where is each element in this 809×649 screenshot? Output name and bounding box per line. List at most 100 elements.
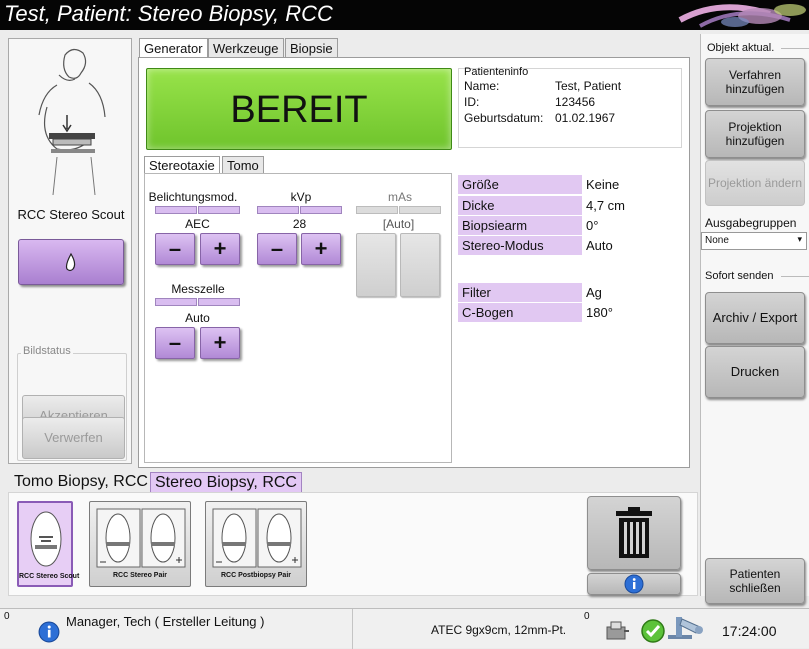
edit-view-button: Projektion ändern [705, 160, 805, 206]
info-button[interactable] [587, 573, 681, 595]
property-size-name: Größe [458, 175, 582, 194]
kvp-decrease-button[interactable]: – [257, 233, 297, 265]
property-biopsy-arm-value: 0° [586, 218, 599, 233]
trash-icon [616, 507, 652, 558]
info-icon[interactable] [38, 621, 60, 643]
exposure-mode-label: Belichtungsmod. [148, 190, 238, 204]
tab-generator[interactable]: Generator [139, 38, 208, 58]
delete-button[interactable] [587, 496, 681, 570]
patient-name-label: Name: [464, 79, 500, 93]
sensor-value: Auto [155, 311, 240, 325]
kvp-value: 28 [257, 217, 342, 231]
alarm-count: 0 [4, 611, 10, 622]
sensor-increase-button[interactable]: + [200, 327, 240, 359]
property-biopsy-arm-name: Biopsiearm [458, 216, 582, 235]
property-stereo-mode-value: Auto [586, 238, 613, 253]
breast-view-pair-icon [96, 508, 186, 568]
divider [781, 48, 809, 49]
thumbnail-rcc-stereo-pair[interactable]: RCC Stereo Pair [89, 501, 191, 587]
sensor-decrease-button[interactable]: – [155, 327, 195, 359]
patient-position-icon [38, 48, 106, 196]
sensor-indicator [155, 298, 197, 306]
close-patient-button[interactable]: Patienten schließen [705, 558, 805, 604]
tab-tools[interactable]: Werkzeuge [208, 38, 284, 58]
property-filter-value: Ag [586, 285, 602, 300]
archive-export-button[interactable]: Archiv / Export [705, 292, 805, 344]
add-view-button[interactable]: Projektion hinzufügen [705, 110, 805, 158]
send-now-label: Sofort senden [705, 270, 774, 282]
thumbnail-label: RCC Stereo Pair [112, 572, 168, 579]
breast-view-icon [30, 511, 62, 567]
divider [352, 609, 353, 649]
drop-icon [65, 252, 76, 272]
output-groups-selected-value: None [705, 235, 729, 246]
queue-count: 0 [584, 611, 590, 622]
output-groups-label: Ausgabegruppen [705, 216, 797, 230]
clock: 17:24:00 [722, 623, 777, 639]
tab-biopsy[interactable]: Biopsie [285, 38, 338, 58]
output-queue-icon[interactable] [604, 619, 630, 643]
property-c-arm-value: 180° [586, 305, 613, 320]
mas-indicator [356, 206, 398, 214]
patient-dob-label: Geburtsdatum: [464, 111, 544, 125]
exposure-mode-increase-button[interactable]: + [200, 233, 240, 265]
patient-name-value: Test, Patient [555, 79, 622, 93]
patient-info-box: Patienteninfo Name: Test, Patient ID: 12… [458, 66, 682, 148]
property-thickness-name: Dicke [458, 196, 582, 215]
mas-value: [Auto] [356, 217, 441, 231]
exposure-mode-indicator [198, 206, 240, 214]
property-thickness-value: 4,7 cm [586, 198, 626, 213]
mas-indicator [399, 206, 441, 214]
patient-id-value: 123456 [555, 95, 596, 109]
thumbnail-label: RCC Stereo Scout [19, 573, 80, 580]
kvp-label: kVp [290, 190, 312, 204]
kvp-increase-button[interactable]: + [301, 233, 341, 265]
patient-id-label: ID: [464, 95, 480, 109]
add-procedure-button[interactable]: Verfahren hinzufügen [705, 58, 805, 106]
window-title: Test, Patient: Stereo Biopsy, RCC [4, 1, 333, 26]
thumbnail-rcc-postbiopsy-pair[interactable]: RCC Postbiopsy Pair [205, 501, 307, 587]
chevron-down-icon: ▾ [797, 234, 802, 244]
mas-increase-button [400, 233, 440, 297]
property-filter-name: Filter [458, 283, 582, 302]
update-object-label: Objekt aktual. [707, 42, 775, 54]
tab-stereotaxy[interactable]: Stereotaxie [144, 156, 220, 174]
right-panel: Objekt aktual. Verfahren hinzufügen Proj… [700, 34, 809, 604]
output-groups-select[interactable]: None ▾ [701, 232, 807, 250]
tab-tomo[interactable]: Tomo [222, 156, 264, 174]
title-bar: Test, Patient: Stereo Biopsy, RCC [0, 0, 809, 30]
flower-banner-graphic [678, 4, 806, 28]
breast-view-pair-icon [212, 508, 302, 568]
property-size-value: Keine [586, 177, 620, 192]
mas-decrease-button [356, 233, 396, 297]
check-status-icon[interactable] [640, 618, 666, 644]
sensor-label: Messzelle [171, 282, 225, 296]
sensor-indicator [198, 298, 240, 306]
print-button[interactable]: Drucken [705, 346, 805, 398]
reject-button[interactable]: Verwerfen [22, 417, 125, 459]
exposure-mode-indicator [155, 206, 197, 214]
expose-button[interactable] [18, 239, 124, 285]
current-user: Manager, Tech ( Ersteller Leitung ) [66, 614, 265, 629]
thumbnail-label: RCC Postbiopsy Pair [220, 572, 291, 579]
procedure-tab-stereo-biopsy[interactable]: Stereo Biopsy, RCC [150, 472, 302, 494]
paddle-info: ATEC 9gx9cm, 12mm-Pt. [431, 623, 567, 637]
status-bar: 0 Manager, Tech ( Ersteller Leitung ) AT… [0, 608, 809, 649]
kvp-indicator [300, 206, 342, 214]
thumbnail-rcc-stereo-scout[interactable]: RCC Stereo Scout [17, 501, 80, 587]
kvp-indicator [257, 206, 299, 214]
mas-label: mAs [388, 190, 412, 204]
ready-status-display: BEREIT [146, 68, 452, 150]
property-stereo-mode-name: Stereo-Modus [458, 236, 582, 255]
gantry-icon[interactable] [666, 613, 706, 645]
divider [781, 276, 809, 277]
property-c-arm-name: C-Bogen [458, 303, 582, 322]
patient-info-heading: Patienteninfo [464, 66, 529, 78]
patient-dob-value: 01.02.1967 [555, 111, 616, 125]
procedure-tab-tomo-biopsy[interactable]: Tomo Biopsy, RCC [10, 472, 152, 494]
exposure-mode-value: AEC [155, 217, 240, 231]
info-icon [624, 574, 644, 594]
thumbnail-strip: RCC Stereo Scout RCC Stereo Pair RCC Pos… [8, 492, 698, 596]
exposure-mode-decrease-button[interactable]: – [155, 233, 195, 265]
left-panel: RCC Stereo Scout Bildstatus Akzeptieren … [8, 38, 132, 464]
